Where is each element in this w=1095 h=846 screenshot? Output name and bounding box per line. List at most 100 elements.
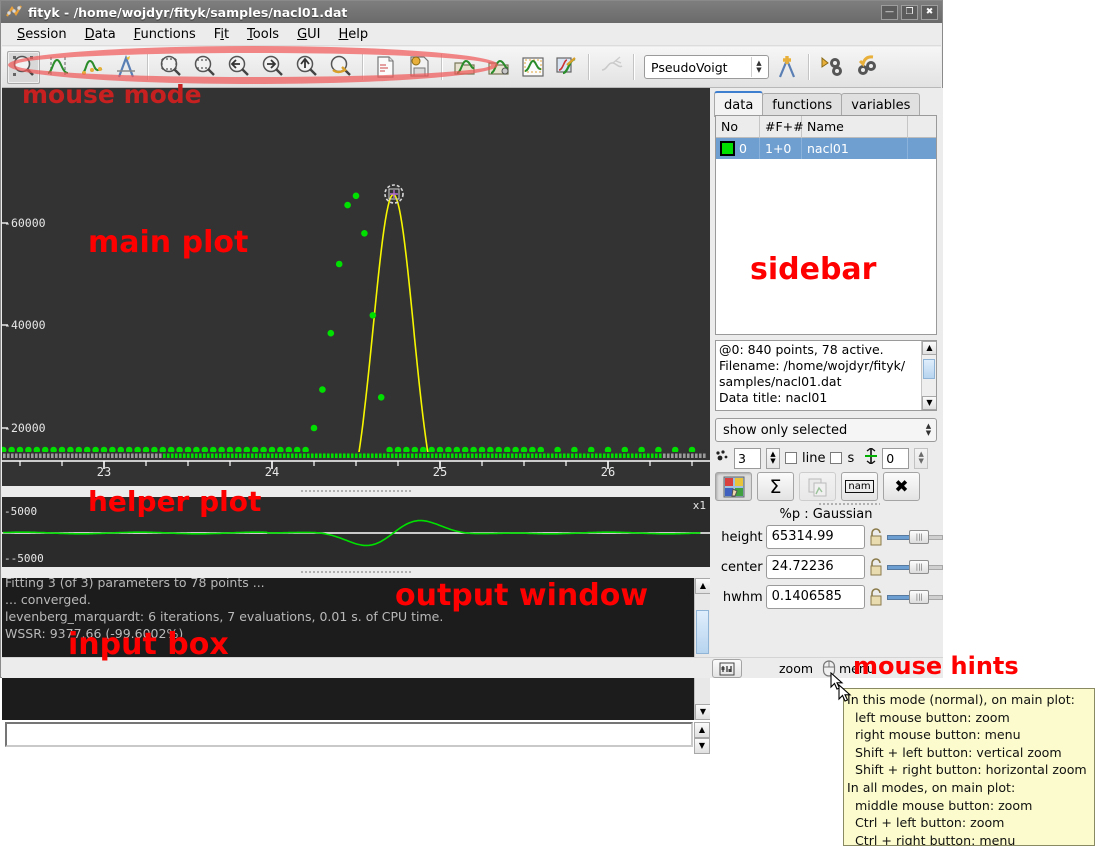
tab-data[interactable]: data: [714, 91, 764, 117]
annotation-input-box: input box: [68, 627, 229, 662]
input-box[interactable]: [5, 722, 693, 747]
menu-data[interactable]: Data: [76, 25, 125, 44]
vertical-scale-stepper[interactable]: ▲ ▼: [914, 447, 929, 469]
x-tick-24: 24: [264, 465, 280, 479]
scroll-down-icon[interactable]: ▼: [922, 396, 936, 410]
annotation-ellipse: [8, 46, 498, 84]
status-config-button[interactable]: [712, 659, 742, 678]
scroll-down-icon[interactable]: ▼: [695, 704, 710, 720]
copy-function-button[interactable]: [799, 472, 836, 501]
param-input-hwhm[interactable]: 0.1406585: [765, 585, 866, 609]
table-row[interactable]: 0 1+0 nacl01: [716, 138, 936, 159]
menu-help[interactable]: Help: [330, 25, 378, 44]
point-size-input[interactable]: 3: [734, 447, 761, 469]
point-size-stepper[interactable]: ▲ ▼: [766, 447, 780, 469]
history-up-icon[interactable]: ▲: [694, 722, 710, 738]
menu-session[interactable]: Session: [8, 25, 76, 44]
annotation-helper-plot: helper plot: [88, 485, 262, 518]
scrollbar-thumb[interactable]: [923, 359, 935, 379]
config-icon: [719, 662, 735, 675]
undo-fit-button[interactable]: [849, 51, 882, 84]
delete-button[interactable]: ✖: [883, 472, 920, 501]
s-checkbox[interactable]: [830, 452, 843, 464]
menu-gui[interactable]: GUI: [288, 25, 329, 44]
menu-functions[interactable]: Functions: [125, 25, 205, 44]
scroll-up-icon[interactable]: ▲: [922, 341, 936, 355]
tab-variables[interactable]: variables: [841, 93, 921, 117]
chevron-updown-icon[interactable]: ▲ ▼: [751, 57, 766, 77]
toolbar-separator: [808, 54, 810, 80]
annotation-mouse-hints: mouse hints: [853, 652, 1019, 680]
data-info-scrollbar[interactable]: ▲ ▼: [921, 341, 936, 410]
annotation-main-plot: main plot: [88, 225, 249, 260]
function-type-combo[interactable]: PseudoVoigt ▲ ▼: [644, 55, 769, 79]
line-label: line: [802, 450, 826, 466]
minimize-button[interactable]: —: [881, 4, 898, 20]
lock-icon[interactable]: [868, 527, 884, 547]
lock-icon[interactable]: [868, 557, 884, 577]
name-box-icon: nam: [845, 480, 874, 493]
title-bar: fityk - /home/wojdyr/fityk/samples/nacl0…: [1, 1, 942, 23]
plot-splitter-bottom[interactable]: [2, 567, 710, 578]
scrollbar-thumb[interactable]: [696, 610, 709, 654]
col-header-blank[interactable]: [908, 116, 936, 138]
main-plot-x-axis[interactable]: 23 24 25 26: [2, 452, 710, 486]
s-label: s: [847, 450, 855, 466]
main-plot[interactable]: 60000 40000 20000: [2, 88, 710, 452]
rename-button[interactable]: nam: [841, 472, 878, 501]
param-label-center: center: [720, 559, 763, 575]
x-tick-23: 23: [96, 465, 112, 479]
show-mode-combo[interactable]: show only selected ▲ ▼: [715, 418, 937, 442]
data-info-panel[interactable]: @0: 840 points, 78 active. Filename: /ho…: [715, 340, 937, 411]
window-buttons: — ❐ ✖: [881, 4, 938, 20]
line-checkbox[interactable]: [785, 452, 797, 464]
param-slider-hwhm[interactable]: |||: [887, 588, 944, 606]
lock-icon[interactable]: [868, 587, 884, 607]
col-header-fplus[interactable]: #F+#: [760, 115, 804, 138]
history-down-icon[interactable]: ▼: [694, 738, 710, 754]
parameter-row-center: center 24.72236 |||: [715, 554, 944, 580]
points-icon: [715, 449, 729, 467]
annotation-output-window: output window: [395, 578, 649, 613]
sidebar-action-buttons: Σ nam ✖: [715, 472, 937, 502]
run-fit-button[interactable]: [815, 51, 848, 84]
strip-baseline-button[interactable]: [595, 51, 628, 84]
data-list[interactable]: No #F+# Name 0 1+0 nacl01: [715, 115, 937, 335]
data-color-swatch[interactable]: [720, 141, 735, 156]
x-tick-25: 25: [432, 465, 448, 479]
color-picker-button[interactable]: [715, 472, 752, 501]
close-button[interactable]: ✖: [921, 4, 938, 20]
x-tick-26: 26: [600, 465, 616, 479]
input-history-spin[interactable]: ▲ ▼: [694, 722, 710, 754]
param-input-height[interactable]: 65314.99: [765, 525, 866, 549]
data-list-header: No #F+# Name: [716, 115, 936, 138]
toolbar-separator: [588, 54, 590, 80]
show-mode-value: show only selected: [723, 422, 848, 438]
col-header-name[interactable]: Name: [802, 115, 908, 138]
sum-button[interactable]: Σ: [757, 472, 794, 501]
fityk-icon: [4, 3, 24, 21]
function-type-value: PseudoVoigt: [651, 59, 728, 75]
tab-functions[interactable]: functions: [762, 93, 843, 117]
row-fplus: 1+0: [760, 138, 802, 159]
annotation-mouse-mode: mouse mode: [22, 80, 202, 109]
param-input-center[interactable]: 24.72236: [765, 555, 866, 579]
x-icon: ✖: [894, 476, 909, 497]
menu-fit[interactable]: Fit: [205, 25, 238, 44]
param-slider-height[interactable]: |||: [887, 528, 944, 546]
param-slider-center[interactable]: |||: [887, 558, 944, 576]
plot-curve-area: [2, 184, 696, 452]
param-label-hwhm: hwhm: [722, 589, 763, 605]
add-peak-toolbar-button[interactable]: [770, 51, 803, 84]
vertical-scale-input[interactable]: 0: [882, 447, 910, 469]
menu-tools[interactable]: Tools: [238, 25, 288, 44]
output-scrollbar[interactable]: ▲ ▼: [694, 578, 710, 720]
scroll-up-icon[interactable]: ▲: [695, 578, 710, 594]
sidebar-grip-icon: [818, 502, 880, 506]
maximize-button[interactable]: ❐: [901, 4, 918, 20]
save-plot-button[interactable]: [550, 51, 583, 84]
chevron-updown-icon[interactable]: ▲ ▼: [921, 420, 936, 440]
export-plot-button[interactable]: [516, 51, 549, 84]
sidebar-tabs: data functions variables: [714, 91, 921, 117]
col-header-no[interactable]: No: [716, 115, 760, 138]
